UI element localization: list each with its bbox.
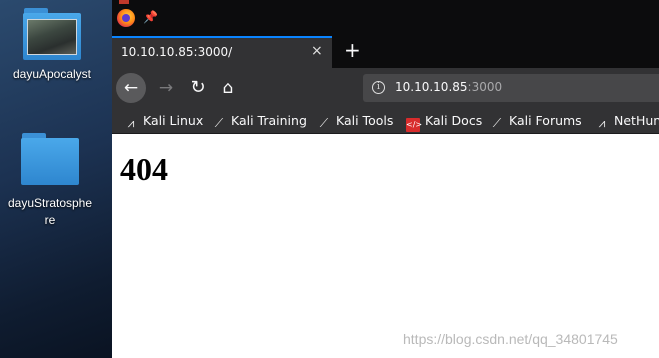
- desktop-icon-label-line2: re: [44, 213, 56, 227]
- bookmark-kali-training[interactable]: ⟋ Kali Training: [212, 112, 307, 130]
- desktop-icon-label-line1: dayuStratosphe: [7, 196, 93, 210]
- desktop-icon-dayustratosphere[interactable]: dayuStratosphe re: [0, 133, 102, 229]
- back-button[interactable]: ←: [116, 73, 146, 103]
- url-bar[interactable]: i 10.10.10.85:3000: [363, 74, 659, 102]
- info-icon[interactable]: i: [372, 81, 385, 94]
- close-icon[interactable]: ×: [311, 43, 323, 59]
- bookmark-nethunter[interactable]: ⩘ NetHun: [595, 112, 659, 130]
- kali-dragon-icon: ⟋: [492, 116, 502, 130]
- bookmark-kali-linux[interactable]: ⩘ Kali Linux: [124, 112, 204, 130]
- url-host: 10.10.10.85: [395, 80, 468, 94]
- url-port: :3000: [467, 80, 503, 94]
- window-control-mark: [119, 0, 129, 4]
- docs-icon: </>: [406, 118, 422, 132]
- folder-icon: [21, 133, 79, 185]
- reload-button[interactable]: ↻: [184, 74, 212, 102]
- new-tab-button[interactable]: +: [344, 38, 361, 62]
- tab-title: 10.10.10.85:3000/: [121, 45, 233, 59]
- bookmarks-toolbar: ⩘ Kali Linux ⟋ Kali Training ⟋ Kali Tools <…: [112, 108, 659, 134]
- pin-icon[interactable]: 📌: [143, 10, 158, 24]
- url-text[interactable]: 10.10.10.85:3000: [395, 80, 502, 94]
- home-button[interactable]: ⌂: [214, 74, 242, 102]
- kali-dragon-icon: ⟋: [214, 116, 224, 130]
- forward-button[interactable]: →: [152, 74, 180, 102]
- watermark: https://blog.csdn.net/qq_34801745: [403, 331, 618, 347]
- tab-active[interactable]: 10.10.10.85:3000/ ×: [112, 36, 332, 68]
- desktop-icon-dayuapocalyst[interactable]: dayuApocalyst: [0, 8, 104, 83]
- kali-dragon-icon: ⩘: [127, 116, 135, 130]
- desktop: dayuApocalyst dayuStratosphe re: [0, 0, 112, 358]
- browser-window: 📌 10.10.10.85:3000/ × + ← → ↻ ⌂ i 10.10.…: [112, 0, 659, 358]
- bookmark-kali-docs[interactable]: </> Kali Docs: [406, 112, 482, 132]
- kali-dragon-icon: ⩘: [598, 116, 606, 130]
- tab-strip: 10.10.10.85:3000/ × +: [112, 36, 659, 68]
- page-heading: 404: [120, 151, 168, 187]
- firefox-logo-icon[interactable]: [117, 9, 135, 27]
- folder-icon: [23, 8, 81, 60]
- bookmark-kali-forums[interactable]: ⟋ Kali Forums: [490, 112, 582, 130]
- kali-dragon-icon: ⟋: [319, 116, 329, 130]
- page-content: 404 https://blog.csdn.net/qq_34801745: [112, 135, 659, 358]
- navigation-toolbar: ← → ↻ ⌂ i 10.10.10.85:3000: [112, 68, 659, 108]
- bookmark-kali-tools[interactable]: ⟋ Kali Tools: [317, 112, 394, 130]
- desktop-icon-label: dayuApocalyst: [12, 67, 92, 81]
- title-bar: 📌: [112, 0, 659, 36]
